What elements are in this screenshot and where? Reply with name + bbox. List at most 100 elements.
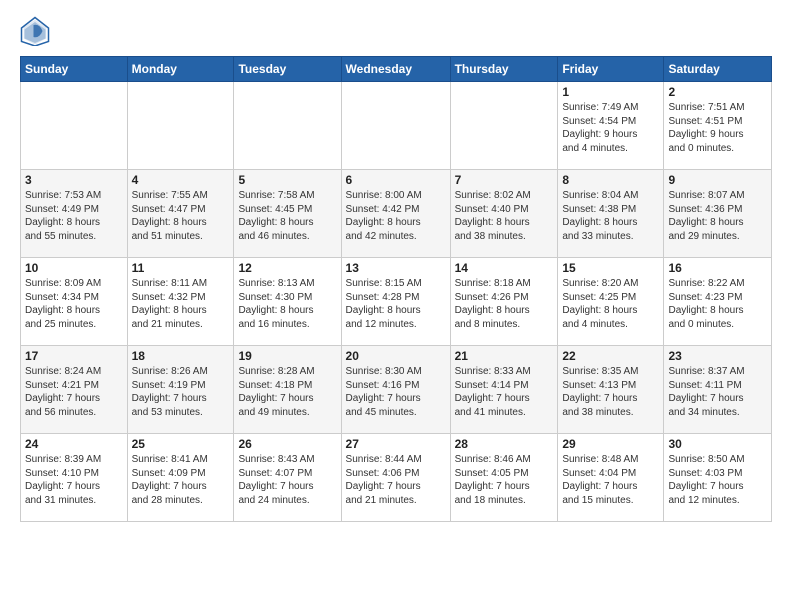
day-number: 6 — [346, 173, 446, 187]
day-number: 19 — [238, 349, 336, 363]
day-info: Sunrise: 8:48 AM Sunset: 4:04 PM Dayligh… — [562, 453, 659, 507]
day-info: Sunrise: 8:24 AM Sunset: 4:21 PM Dayligh… — [25, 365, 123, 419]
day-info: Sunrise: 7:49 AM Sunset: 4:54 PM Dayligh… — [562, 101, 659, 155]
calendar-cell: 17 Sunrise: 8:24 AM Sunset: 4:21 PM Dayli… — [21, 346, 128, 434]
day-number: 12 — [238, 261, 336, 275]
calendar-week-1: 1 Sunrise: 7:49 AM Sunset: 4:54 PM Daylig… — [21, 82, 772, 170]
day-info: Sunrise: 8:22 AM Sunset: 4:23 PM Dayligh… — [668, 277, 767, 331]
day-info: Sunrise: 8:37 AM Sunset: 4:11 PM Dayligh… — [668, 365, 767, 419]
day-info: Sunrise: 8:44 AM Sunset: 4:06 PM Dayligh… — [346, 453, 446, 507]
calendar-cell: 6 Sunrise: 8:00 AM Sunset: 4:42 PM Daylig… — [341, 170, 450, 258]
calendar-cell: 14 Sunrise: 8:18 AM Sunset: 4:26 PM Dayli… — [450, 258, 558, 346]
day-number: 20 — [346, 349, 446, 363]
calendar-cell — [341, 82, 450, 170]
day-info: Sunrise: 7:53 AM Sunset: 4:49 PM Dayligh… — [25, 189, 123, 243]
day-number: 29 — [562, 437, 659, 451]
day-number: 22 — [562, 349, 659, 363]
page: SundayMondayTuesdayWednesdayThursdayFrid… — [0, 0, 792, 532]
calendar-cell: 7 Sunrise: 8:02 AM Sunset: 4:40 PM Daylig… — [450, 170, 558, 258]
day-number: 1 — [562, 85, 659, 99]
calendar-cell: 30 Sunrise: 8:50 AM Sunset: 4:03 PM Dayli… — [664, 434, 772, 522]
day-info: Sunrise: 8:41 AM Sunset: 4:09 PM Dayligh… — [132, 453, 230, 507]
logo — [20, 16, 54, 46]
calendar-cell: 20 Sunrise: 8:30 AM Sunset: 4:16 PM Dayli… — [341, 346, 450, 434]
weekday-monday: Monday — [127, 57, 234, 82]
calendar-cell: 4Sunrise: 7:55 AM Sunset: 4:47 PM Daylig… — [127, 170, 234, 258]
day-info: Sunrise: 8:50 AM Sunset: 4:03 PM Dayligh… — [668, 453, 767, 507]
day-info: Sunrise: 7:55 AM Sunset: 4:47 PM Dayligh… — [132, 189, 230, 243]
day-number: 8 — [562, 173, 659, 187]
calendar-cell: 21 Sunrise: 8:33 AM Sunset: 4:14 PM Dayli… — [450, 346, 558, 434]
calendar-week-5: 24Sunrise: 8:39 AM Sunset: 4:10 PM Dayli… — [21, 434, 772, 522]
weekday-thursday: Thursday — [450, 57, 558, 82]
calendar-cell: 3 Sunrise: 7:53 AM Sunset: 4:49 PM Daylig… — [21, 170, 128, 258]
day-number: 10 — [25, 261, 123, 275]
day-number: 5 — [238, 173, 336, 187]
day-info: Sunrise: 8:35 AM Sunset: 4:13 PM Dayligh… — [562, 365, 659, 419]
calendar-cell: 9 Sunrise: 8:07 AM Sunset: 4:36 PM Daylig… — [664, 170, 772, 258]
day-number: 11 — [132, 261, 230, 275]
calendar-cell: 29 Sunrise: 8:48 AM Sunset: 4:04 PM Dayli… — [558, 434, 664, 522]
day-info: Sunrise: 8:02 AM Sunset: 4:40 PM Dayligh… — [455, 189, 554, 243]
calendar-cell: 2 Sunrise: 7:51 AM Sunset: 4:51 PM Daylig… — [664, 82, 772, 170]
day-info: Sunrise: 8:28 AM Sunset: 4:18 PM Dayligh… — [238, 365, 336, 419]
calendar-cell: 26 Sunrise: 8:43 AM Sunset: 4:07 PM Dayli… — [234, 434, 341, 522]
calendar-cell: 19 Sunrise: 8:28 AM Sunset: 4:18 PM Dayli… — [234, 346, 341, 434]
calendar-cell: 28Sunrise: 8:46 AM Sunset: 4:05 PM Dayli… — [450, 434, 558, 522]
calendar-week-2: 3 Sunrise: 7:53 AM Sunset: 4:49 PM Daylig… — [21, 170, 772, 258]
day-number: 7 — [455, 173, 554, 187]
calendar-cell — [127, 82, 234, 170]
calendar-cell: 12 Sunrise: 8:13 AM Sunset: 4:30 PM Dayli… — [234, 258, 341, 346]
day-number: 26 — [238, 437, 336, 451]
day-info: Sunrise: 8:13 AM Sunset: 4:30 PM Dayligh… — [238, 277, 336, 331]
day-number: 28 — [455, 437, 554, 451]
calendar-cell: 15 Sunrise: 8:20 AM Sunset: 4:25 PM Dayli… — [558, 258, 664, 346]
day-info: Sunrise: 8:00 AM Sunset: 4:42 PM Dayligh… — [346, 189, 446, 243]
day-number: 15 — [562, 261, 659, 275]
day-info: Sunrise: 8:43 AM Sunset: 4:07 PM Dayligh… — [238, 453, 336, 507]
calendar-cell: 5 Sunrise: 7:58 AM Sunset: 4:45 PM Daylig… — [234, 170, 341, 258]
day-info: Sunrise: 8:04 AM Sunset: 4:38 PM Dayligh… — [562, 189, 659, 243]
weekday-tuesday: Tuesday — [234, 57, 341, 82]
calendar-cell: 8 Sunrise: 8:04 AM Sunset: 4:38 PM Daylig… — [558, 170, 664, 258]
day-number: 3 — [25, 173, 123, 187]
day-info: Sunrise: 8:11 AM Sunset: 4:32 PM Dayligh… — [132, 277, 230, 331]
day-info: Sunrise: 7:58 AM Sunset: 4:45 PM Dayligh… — [238, 189, 336, 243]
day-number: 27 — [346, 437, 446, 451]
calendar-cell — [234, 82, 341, 170]
day-info: Sunrise: 7:51 AM Sunset: 4:51 PM Dayligh… — [668, 101, 767, 155]
calendar-cell: 22 Sunrise: 8:35 AM Sunset: 4:13 PM Dayli… — [558, 346, 664, 434]
calendar-cell: 24Sunrise: 8:39 AM Sunset: 4:10 PM Dayli… — [21, 434, 128, 522]
calendar-cell: 1 Sunrise: 7:49 AM Sunset: 4:54 PM Daylig… — [558, 82, 664, 170]
calendar-cell — [450, 82, 558, 170]
day-number: 14 — [455, 261, 554, 275]
calendar-cell: 25 Sunrise: 8:41 AM Sunset: 4:09 PM Dayli… — [127, 434, 234, 522]
day-number: 9 — [668, 173, 767, 187]
calendar-cell: 11 Sunrise: 8:11 AM Sunset: 4:32 PM Dayli… — [127, 258, 234, 346]
day-info: Sunrise: 8:33 AM Sunset: 4:14 PM Dayligh… — [455, 365, 554, 419]
calendar-cell: 10Sunrise: 8:09 AM Sunset: 4:34 PM Dayli… — [21, 258, 128, 346]
day-info: Sunrise: 8:20 AM Sunset: 4:25 PM Dayligh… — [562, 277, 659, 331]
day-info: Sunrise: 8:18 AM Sunset: 4:26 PM Dayligh… — [455, 277, 554, 331]
day-number: 16 — [668, 261, 767, 275]
calendar-cell — [21, 82, 128, 170]
calendar-cell: 23Sunrise: 8:37 AM Sunset: 4:11 PM Dayli… — [664, 346, 772, 434]
weekday-sunday: Sunday — [21, 57, 128, 82]
weekday-saturday: Saturday — [664, 57, 772, 82]
day-info: Sunrise: 8:30 AM Sunset: 4:16 PM Dayligh… — [346, 365, 446, 419]
day-info: Sunrise: 8:07 AM Sunset: 4:36 PM Dayligh… — [668, 189, 767, 243]
weekday-friday: Friday — [558, 57, 664, 82]
header — [20, 16, 772, 46]
day-number: 21 — [455, 349, 554, 363]
day-number: 30 — [668, 437, 767, 451]
day-number: 2 — [668, 85, 767, 99]
day-number: 13 — [346, 261, 446, 275]
weekday-wednesday: Wednesday — [341, 57, 450, 82]
weekday-header-row: SundayMondayTuesdayWednesdayThursdayFrid… — [21, 57, 772, 82]
day-number: 25 — [132, 437, 230, 451]
calendar-cell: 18Sunrise: 8:26 AM Sunset: 4:19 PM Dayli… — [127, 346, 234, 434]
calendar-cell: 27 Sunrise: 8:44 AM Sunset: 4:06 PM Dayli… — [341, 434, 450, 522]
logo-icon — [20, 16, 50, 46]
calendar-week-3: 10Sunrise: 8:09 AM Sunset: 4:34 PM Dayli… — [21, 258, 772, 346]
day-number: 17 — [25, 349, 123, 363]
